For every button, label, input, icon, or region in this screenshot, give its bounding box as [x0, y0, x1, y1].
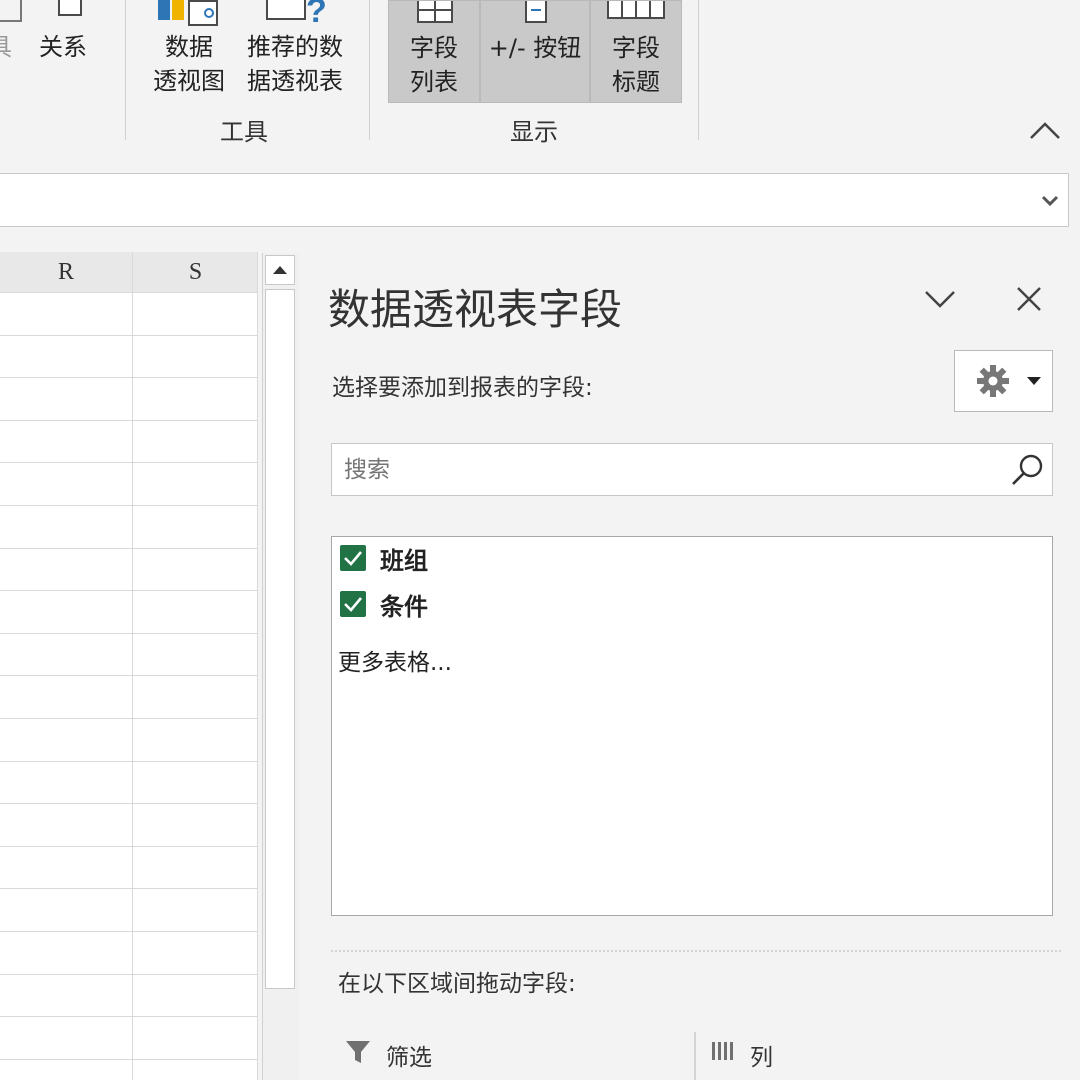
column-header-r[interactable]: R: [0, 252, 132, 293]
plus-minus-icon: [525, 1, 547, 23]
recommended-pivottables-label-1: 推荐的数: [247, 33, 343, 61]
scroll-thumb[interactable]: [265, 289, 295, 989]
tools-group-label: 工具: [220, 118, 268, 146]
gear-icon: [977, 365, 1009, 397]
area-divider: [694, 1032, 696, 1080]
partial-ribbon-label: 具: [0, 30, 12, 64]
grid-row-line: [0, 803, 258, 804]
field-list-label-1: 字段: [410, 34, 458, 62]
grid-row-line: [0, 335, 258, 336]
field-item[interactable]: 条件: [340, 587, 640, 623]
show-group-label: 显示: [510, 118, 558, 146]
columns-area-label: 列: [750, 1045, 773, 1071]
grid-row-line: [0, 974, 258, 975]
grid-row-line: [0, 292, 258, 293]
drag-fields-label: 在以下区域间拖动字段:: [338, 971, 576, 997]
field-headers-label-1: 字段: [612, 34, 660, 62]
scroll-up-button[interactable]: [265, 255, 295, 285]
chevron-up-icon: [1030, 122, 1060, 139]
pivot-chart-button[interactable]: 数据 透视图: [146, 0, 232, 100]
worksheet-grid[interactable]: R S: [0, 252, 258, 1080]
field-headers-icon: [607, 1, 665, 19]
field-list-icon: [417, 1, 453, 23]
grid-row-line: [0, 377, 258, 378]
grid-row-line: [0, 846, 258, 847]
close-icon: [1017, 287, 1041, 311]
ribbon-separator: [125, 0, 126, 140]
pane-options-button[interactable]: [920, 284, 960, 314]
triangle-up-icon: [273, 266, 287, 274]
filters-area-header: 筛选: [344, 1036, 644, 1076]
expand-formula-bar-button[interactable]: [1038, 188, 1062, 212]
grid-row-line: [0, 548, 258, 549]
tools-button[interactable]: [954, 350, 1053, 412]
columns-area-header: 列: [710, 1036, 1010, 1076]
grid-row-line: [0, 420, 258, 421]
plus-minus-buttons-button[interactable]: +/- 按钮: [480, 0, 590, 103]
pivot-chart-label-1: 数据: [165, 33, 213, 61]
checkbox-checked[interactable]: [340, 591, 366, 617]
grid-row-line: [0, 462, 258, 463]
grid-row-line: [0, 761, 258, 762]
pivot-chart-label-2: 透视图: [153, 67, 225, 95]
relationships-icon: [58, 0, 82, 16]
ribbon: 具 关系 数据 透视图 ? 推荐的数 据透视表 工具 字段 列表: [0, 0, 1080, 151]
choose-fields-label: 选择要添加到报表的字段:: [332, 375, 593, 401]
collapse-ribbon-button[interactable]: [1026, 116, 1064, 144]
grid-row-line: [0, 675, 258, 676]
vertical-scrollbar[interactable]: [262, 253, 299, 1080]
filters-area-label: 筛选: [386, 1045, 432, 1071]
field-list: 班组 条件 更多表格...: [331, 536, 1053, 916]
checkmark-icon: [344, 597, 362, 612]
section-divider: [331, 950, 1061, 952]
field-list-label-2: 列表: [410, 68, 458, 96]
formula-input[interactable]: [0, 173, 1069, 227]
search-box[interactable]: [331, 443, 1053, 496]
checkmark-icon: [344, 551, 362, 566]
grid-row-line: [0, 633, 258, 634]
filter-icon: [346, 1041, 370, 1063]
grid-row-line: [0, 1016, 258, 1017]
pivottable-fields-pane: 数据透视表字段 选择要添加到报表的字段: 搜索 班组 条件 更多表格... 在以…: [300, 242, 1080, 1080]
grid-row-line: [0, 505, 258, 506]
grid-row-line: [0, 590, 258, 591]
columns-icon: [712, 1042, 733, 1060]
recommended-pivottables-label-2: 据透视表: [247, 67, 343, 95]
column-header-s[interactable]: S: [133, 252, 258, 293]
partial-ribbon-icon[interactable]: [0, 0, 22, 22]
grid-row-line: [0, 718, 258, 719]
relationships-label: 关系: [39, 33, 87, 61]
grid-row-line: [0, 1059, 258, 1060]
grid-row-line: [0, 888, 258, 889]
search-input[interactable]: [342, 452, 986, 488]
field-label: 班组: [380, 547, 428, 575]
field-headers-button[interactable]: 字段 标题: [590, 0, 682, 103]
more-tables-link[interactable]: 更多表格...: [338, 643, 452, 677]
chevron-down-icon: [925, 291, 955, 308]
grid-row-line: [0, 931, 258, 932]
pane-title: 数据透视表字段: [328, 285, 623, 334]
search-icon: [1012, 454, 1043, 485]
field-list-button[interactable]: 字段 列表: [388, 0, 480, 103]
chevron-down-icon: [1041, 195, 1059, 207]
caret-down-icon: [1027, 377, 1041, 385]
field-item[interactable]: 班组: [340, 541, 640, 577]
plus-minus-buttons-label: +/- 按钮: [488, 34, 582, 62]
field-label: 条件: [380, 593, 428, 621]
recommended-pivottables-icon: ?: [266, 0, 327, 30]
ribbon-separator: [698, 0, 699, 140]
pivot-chart-icon: [158, 0, 224, 26]
close-pane-button[interactable]: [1014, 284, 1044, 314]
recommended-pivottables-button[interactable]: ? 推荐的数 据透视表: [236, 0, 354, 100]
ribbon-separator: [369, 0, 370, 140]
field-headers-label-2: 标题: [612, 68, 660, 96]
relationships-button[interactable]: 关系: [30, 0, 96, 70]
checkbox-checked[interactable]: [340, 545, 366, 571]
